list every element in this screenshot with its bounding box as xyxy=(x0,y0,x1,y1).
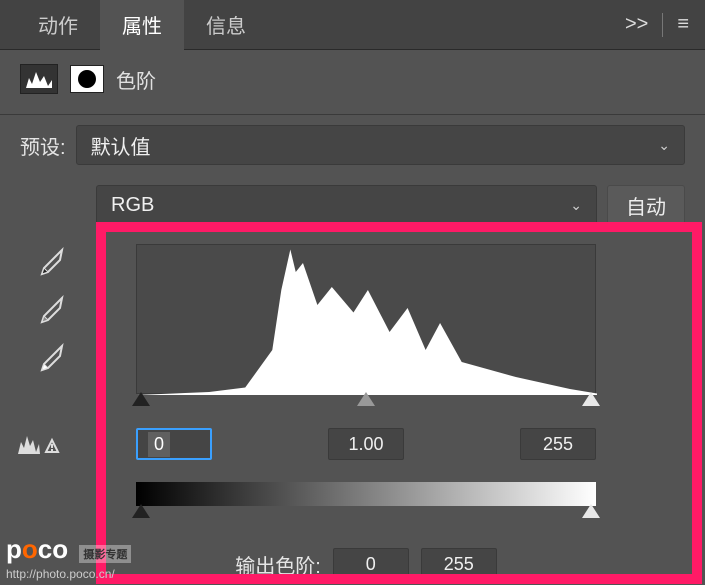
preset-value: 默认值 xyxy=(91,131,151,160)
more-panels-button[interactable]: >> xyxy=(625,13,648,36)
tab-right-controls: >> ≡ xyxy=(625,13,689,37)
input-black-field[interactable]: 0 xyxy=(136,428,212,460)
input-mid-slider[interactable] xyxy=(357,392,375,406)
channel-row: RGB ⌄ 自动 xyxy=(0,175,705,235)
white-point-eyedropper-icon[interactable] xyxy=(34,340,68,374)
histogram xyxy=(136,244,596,394)
output-levels-label: 输出色阶: xyxy=(235,550,321,579)
input-levels-slider[interactable] xyxy=(136,394,596,410)
levels-adjustment-icon xyxy=(20,64,58,94)
levels-controls: 0 1.00 255 输出色阶: 0 255 xyxy=(136,244,596,580)
channel-value: RGB xyxy=(111,194,154,217)
tab-bar: 动作 属性 信息 >> ≡ xyxy=(0,0,705,50)
tab-properties[interactable]: 属性 xyxy=(100,0,184,53)
histogram-plot xyxy=(137,245,597,395)
panel-menu-button[interactable]: ≡ xyxy=(677,13,689,36)
auto-button[interactable]: 自动 xyxy=(607,185,685,225)
output-white-field[interactable]: 255 xyxy=(421,548,497,580)
tab-info[interactable]: 信息 xyxy=(184,0,268,53)
output-black-slider[interactable] xyxy=(132,504,150,518)
gray-point-eyedropper-icon[interactable] xyxy=(34,292,68,326)
input-black-slider[interactable] xyxy=(132,392,150,406)
watermark: poco 摄影专题 http://photo.poco.cn/ xyxy=(6,534,131,581)
tab-actions[interactable]: 动作 xyxy=(16,0,100,53)
preset-select[interactable]: 默认值 ⌄ xyxy=(76,125,685,165)
preset-row: 预设: 默认值 ⌄ xyxy=(0,115,705,175)
input-white-field[interactable]: 255 xyxy=(520,428,596,460)
divider xyxy=(662,13,663,37)
eyedropper-tools xyxy=(16,244,86,584)
watermark-url: http://photo.poco.cn/ xyxy=(6,567,131,581)
output-levels-row: 输出色阶: 0 255 xyxy=(136,548,596,580)
histogram-warning-icon[interactable] xyxy=(16,430,60,463)
watermark-logo: poco 摄影专题 xyxy=(6,534,131,565)
preset-label: 预设: xyxy=(20,131,66,160)
input-black-value: 0 xyxy=(148,432,170,457)
input-mid-field[interactable]: 1.00 xyxy=(328,428,404,460)
output-levels-slider[interactable] xyxy=(136,506,596,522)
chevron-down-icon: ⌄ xyxy=(658,137,670,154)
input-white-slider[interactable] xyxy=(582,392,600,406)
input-levels-row: 0 1.00 255 xyxy=(136,428,596,460)
output-white-slider[interactable] xyxy=(582,504,600,518)
panel-header: 色阶 xyxy=(0,50,705,108)
black-point-eyedropper-icon[interactable] xyxy=(34,244,68,278)
layer-mask-icon[interactable] xyxy=(70,65,104,93)
output-black-field[interactable]: 0 xyxy=(333,548,409,580)
chevron-down-icon: ⌄ xyxy=(570,197,582,214)
watermark-tag: 摄影专题 xyxy=(79,545,131,563)
channel-select[interactable]: RGB ⌄ xyxy=(96,185,597,225)
adjustment-title: 色阶 xyxy=(116,65,156,94)
output-gradient xyxy=(136,482,596,506)
